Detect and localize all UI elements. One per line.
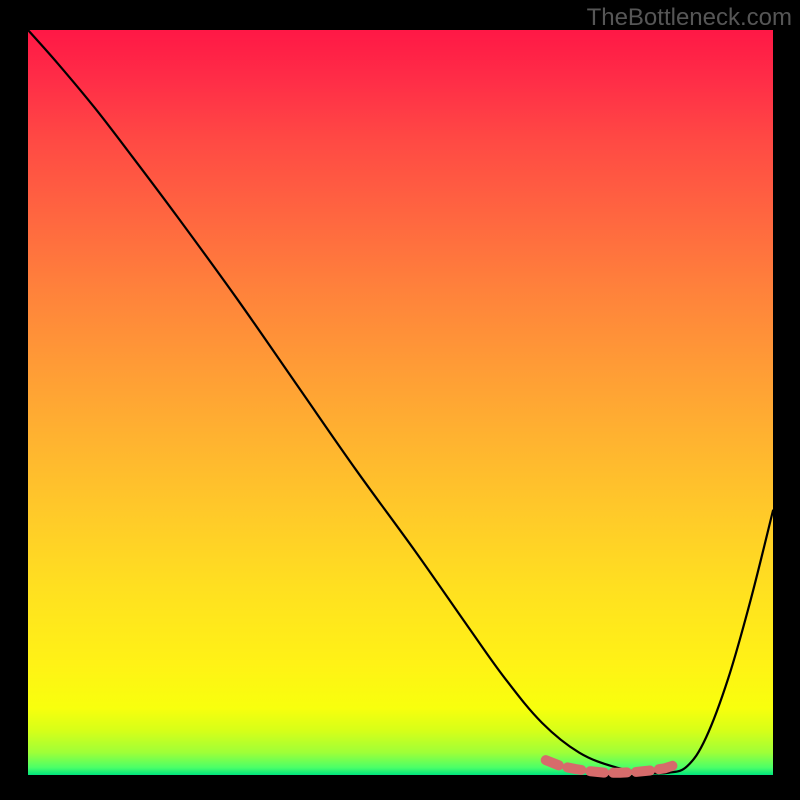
chart-frame bbox=[28, 30, 773, 775]
chart-root: TheBottleneck.com bbox=[0, 0, 800, 800]
bottleneck-curve bbox=[28, 30, 773, 774]
chart-svg bbox=[28, 30, 773, 775]
watermark-text: TheBottleneck.com bbox=[587, 4, 792, 32]
plot-area bbox=[28, 30, 773, 775]
